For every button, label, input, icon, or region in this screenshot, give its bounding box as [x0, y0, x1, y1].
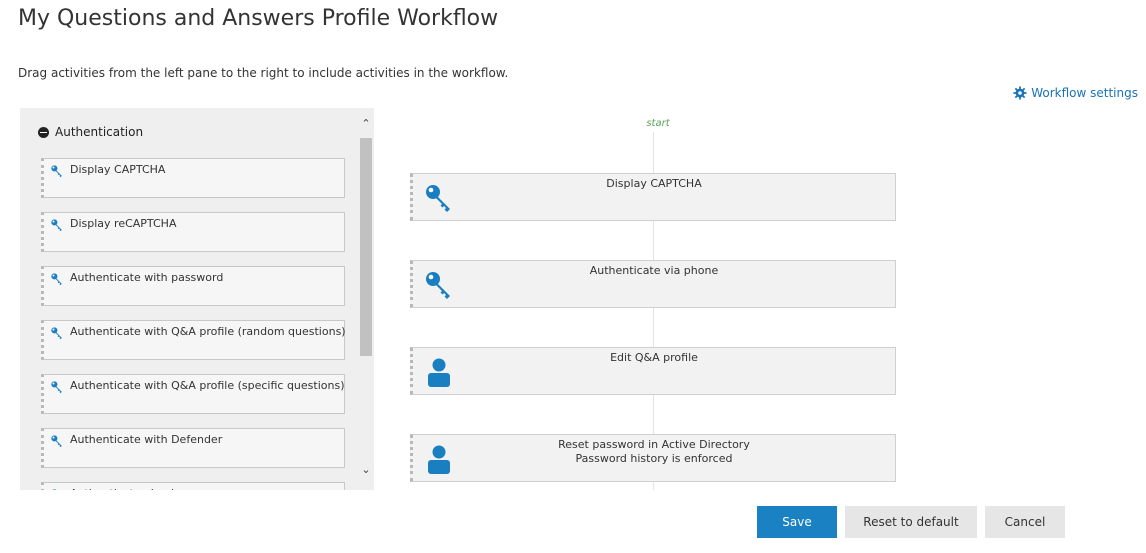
activity-label: Display reCAPTCHA — [70, 217, 177, 230]
cancel-button[interactable]: Cancel — [985, 506, 1065, 538]
activity-item[interactable]: Authenticate with Q&A profile (specific … — [41, 374, 345, 414]
workflow-step[interactable]: Reset password in Active Directory Passwo… — [410, 434, 896, 482]
step-subtitle: Password history is enforced — [575, 452, 733, 465]
workflow-settings-link[interactable]: Workflow settings — [1013, 86, 1138, 100]
scroll-up-icon[interactable]: ⌃ — [358, 116, 374, 132]
activity-item[interactable]: Authenticate with Q&A profile (random qu… — [41, 320, 346, 360]
step-title: Authenticate via phone — [589, 264, 719, 277]
workflow-step[interactable]: Display CAPTCHA — [410, 173, 896, 221]
key-icon — [51, 165, 62, 178]
step-title: Reset password in Active Directory — [558, 438, 750, 451]
step-title: Display CAPTCHA — [606, 177, 702, 190]
authentication-group-header[interactable]: Authentication — [38, 125, 143, 139]
activity-item[interactable]: Authenticate with Defender — [41, 428, 345, 468]
activity-label: Authenticate with password — [70, 271, 224, 284]
workflow-step[interactable]: Authenticate via phone — [410, 260, 896, 308]
workflow-settings-label: Workflow settings — [1031, 86, 1138, 100]
key-icon — [52, 489, 57, 490]
activities-scrollbar[interactable]: ⌃ ⌄ — [358, 108, 374, 490]
start-label: start — [646, 118, 670, 129]
activity-label: Display CAPTCHA — [70, 163, 166, 176]
key-icon — [51, 435, 62, 448]
activities-pane: Authentication Display CAPTCHA Display re… — [20, 108, 374, 490]
save-button[interactable]: Save — [757, 506, 837, 538]
scroll-down-icon[interactable]: ⌄ — [358, 462, 374, 478]
gear-icon — [1013, 86, 1027, 100]
activity-item[interactable]: Display reCAPTCHA — [41, 212, 345, 252]
workflow-step[interactable]: Edit Q&A profile — [410, 347, 896, 395]
group-label: Authentication — [55, 125, 144, 139]
key-icon — [51, 381, 62, 394]
page-title: My Questions and Answers Profile Workflo… — [18, 6, 499, 31]
scroll-thumb[interactable] — [360, 138, 372, 356]
activity-item[interactable]: Display CAPTCHA — [41, 158, 345, 198]
key-icon — [51, 273, 62, 286]
activity-list: Display CAPTCHA Display reCAPTCHA Authenti… — [41, 158, 346, 490]
key-icon — [51, 327, 62, 340]
step-title: Edit Q&A profile — [610, 351, 698, 364]
instructions-text: Drag activities from the left pane to th… — [18, 66, 509, 80]
workflow-canvas: start Display CAPTCHA Authenticate via ph… — [408, 108, 908, 490]
activity-label: Authenticate with Q&A profile (specific … — [70, 379, 345, 392]
activity-label: Authenticate with Defender — [70, 433, 223, 446]
activity-item[interactable]: Authenticate with password — [41, 266, 345, 306]
activity-item[interactable]: Authenticate via phone — [41, 482, 345, 490]
collapse-icon — [38, 126, 49, 138]
activity-label: Authenticate via phone — [70, 487, 198, 490]
activity-label: Authenticate with Q&A profile (random qu… — [70, 325, 346, 338]
reset-to-default-button[interactable]: Reset to default — [845, 506, 977, 538]
key-icon — [51, 219, 62, 232]
